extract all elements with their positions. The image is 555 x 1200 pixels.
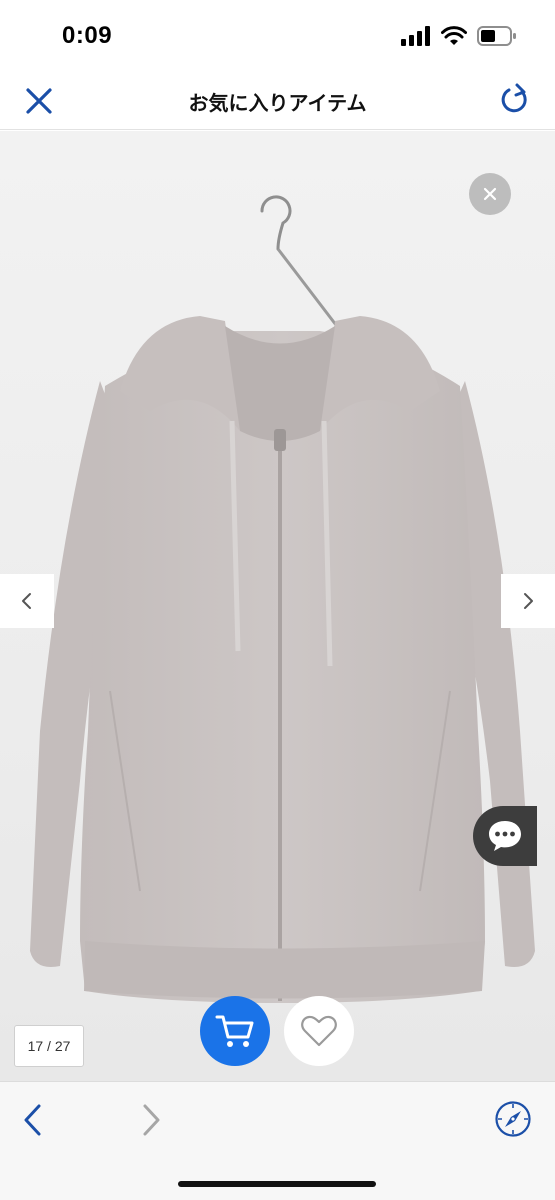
- next-image-button[interactable]: [501, 574, 555, 628]
- battery-icon: [477, 26, 516, 46]
- page-title: お気に入りアイテム: [188, 93, 367, 115]
- image-counter: 17 / 27: [14, 1025, 84, 1067]
- wifi-icon: [441, 26, 467, 45]
- previous-image-button[interactable]: [0, 574, 54, 628]
- cart-icon: [215, 1015, 254, 1047]
- signal-icon: [401, 26, 430, 46]
- favorite-button[interactable]: [284, 996, 354, 1066]
- reload-button[interactable]: [497, 82, 533, 118]
- forward-button[interactable]: [136, 1100, 166, 1140]
- chat-button[interactable]: [473, 806, 537, 866]
- status-time: 0:09: [62, 22, 113, 49]
- chat-icon: [489, 821, 521, 851]
- add-to-cart-button[interactable]: [200, 996, 270, 1066]
- status-bar: 0:09: [0, 0, 555, 72]
- chevron-right-icon: [143, 1104, 160, 1136]
- nav-bar: お気に入りアイテム: [0, 72, 555, 130]
- product-image: [0, 131, 555, 1081]
- dismiss-button[interactable]: [469, 173, 511, 215]
- chevron-left-icon: [22, 593, 31, 609]
- heart-icon: [301, 1015, 337, 1047]
- safari-button[interactable]: [494, 1100, 532, 1138]
- chevron-right-icon: [524, 593, 533, 609]
- back-button[interactable]: [18, 1100, 48, 1140]
- compass-icon: [495, 1101, 531, 1137]
- home-indicator: [178, 1181, 376, 1187]
- chevron-left-icon: [24, 1104, 41, 1136]
- reload-icon: [501, 83, 527, 113]
- status-icons: [401, 26, 517, 46]
- product-gallery[interactable]: 17 / 27: [0, 131, 555, 1081]
- close-icon: [483, 187, 497, 201]
